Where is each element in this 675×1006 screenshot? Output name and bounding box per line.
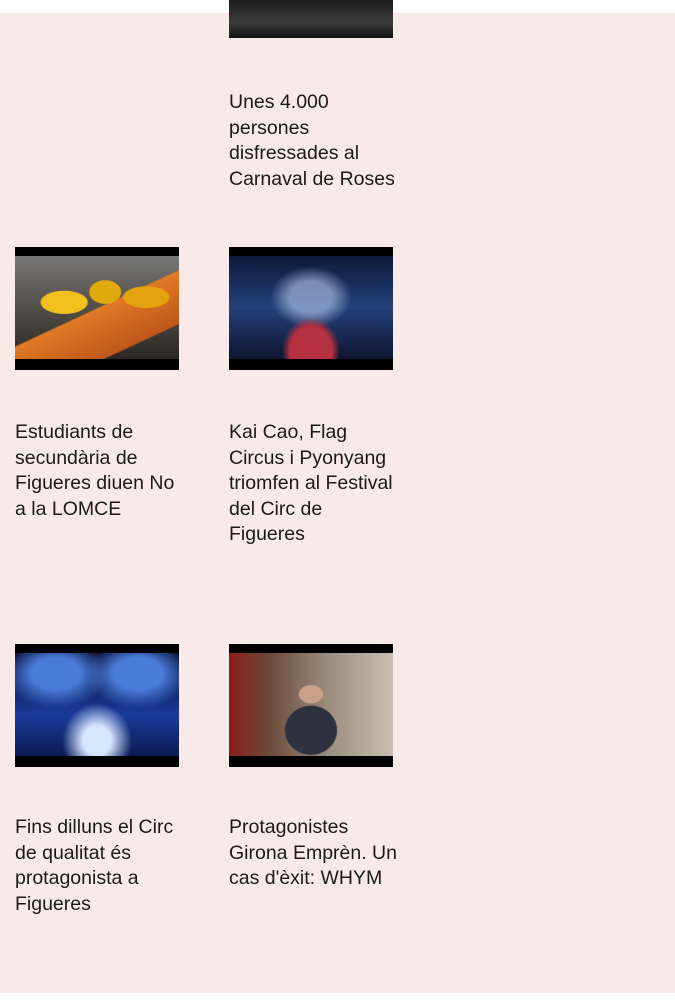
- video-thumbnail[interactable]: [229, 247, 393, 370]
- video-thumbnail[interactable]: [15, 247, 179, 370]
- video-title[interactable]: Fins dilluns el Circ de qualitat és prot…: [15, 815, 185, 917]
- video-thumbnail[interactable]: [229, 644, 393, 767]
- video-title[interactable]: Protagonistes Girona Emprèn. Un cas d'èx…: [229, 815, 399, 892]
- video-title[interactable]: Unes 4.000 persones disfressades al Carn…: [229, 90, 397, 192]
- video-title[interactable]: Estudiants de secundària de Figueres diu…: [15, 420, 185, 522]
- video-title[interactable]: Kai Cao, Flag Circus i Pyonyang triomfen…: [229, 420, 399, 548]
- video-thumbnail[interactable]: [15, 644, 179, 767]
- video-thumbnail-partial[interactable]: [229, 0, 393, 38]
